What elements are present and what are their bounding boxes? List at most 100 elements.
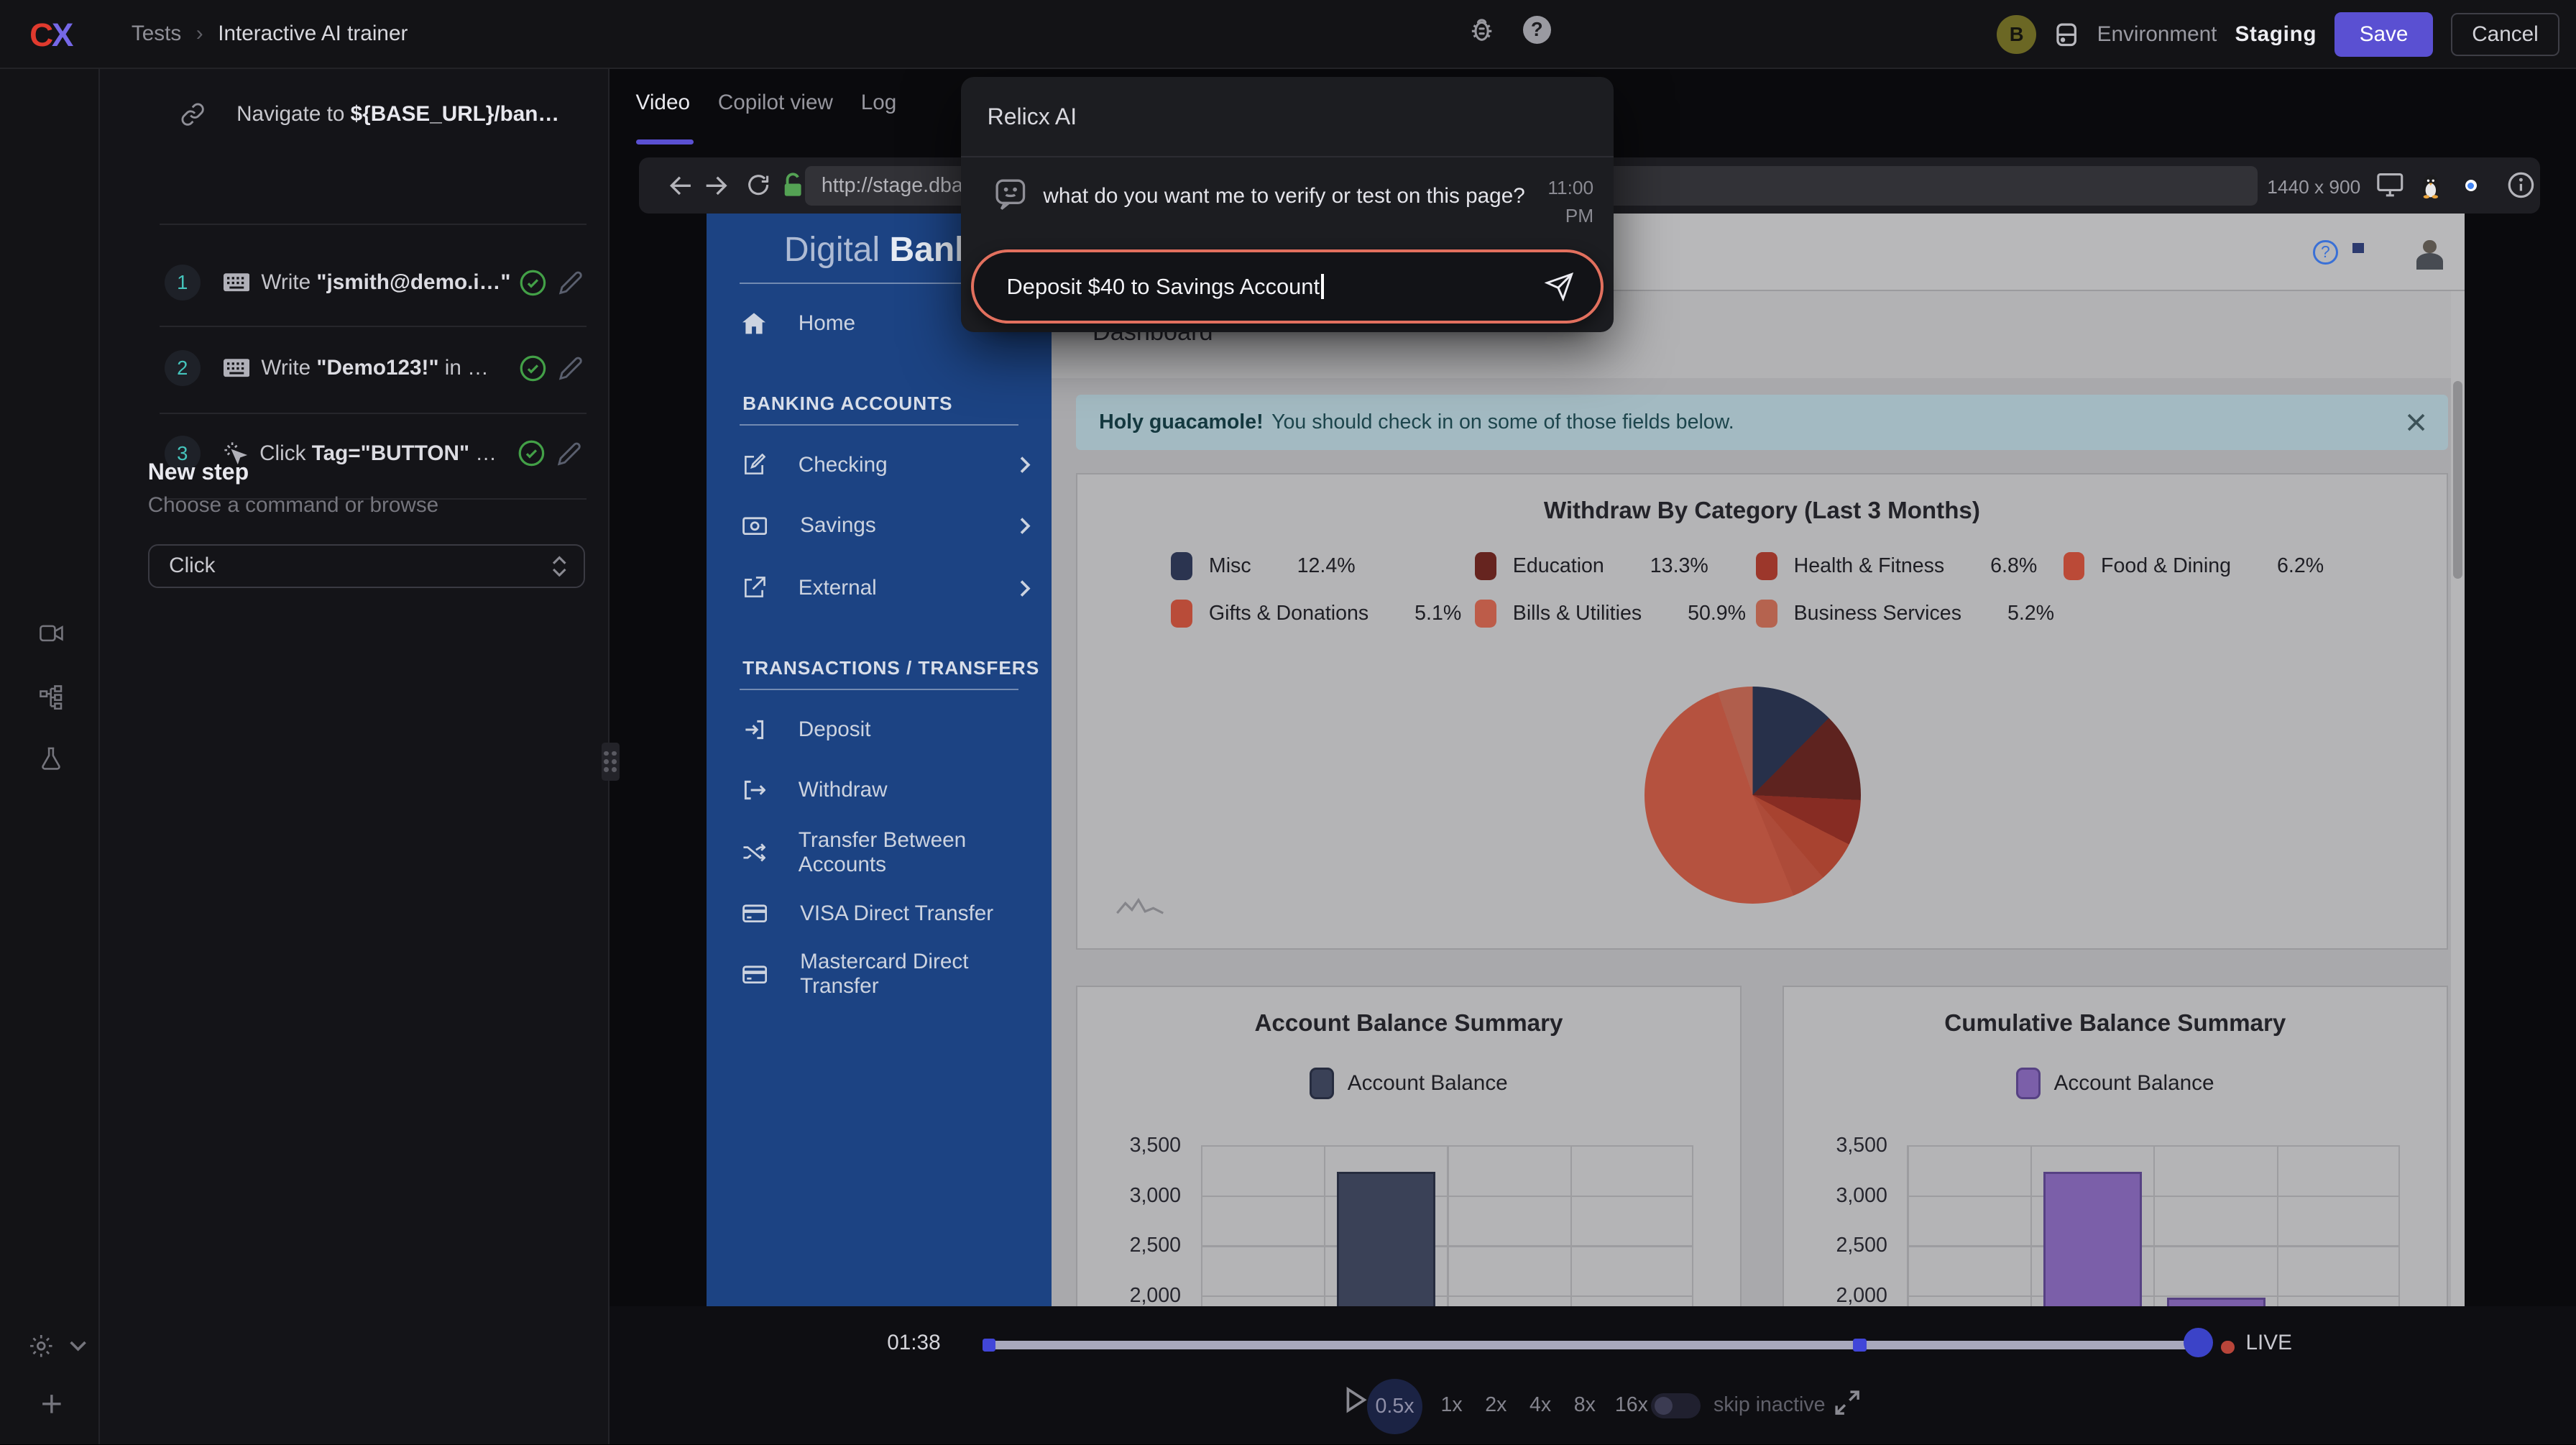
progress-marker[interactable] [983,1339,995,1352]
credit-card-icon [742,965,767,984]
tab-copilot-view[interactable]: Copilot view [718,91,833,115]
help-icon[interactable]: ? [1523,16,1551,44]
bank-nav-withdraw[interactable]: Withdraw [742,774,1031,807]
pie [1644,687,1862,904]
alert-close-icon[interactable] [2407,413,2425,431]
y-tick: 3,000 [1792,1184,1887,1208]
play-icon[interactable] [1346,1387,1367,1413]
chat-bubble-icon [994,178,1027,211]
check-circle-icon [518,439,546,467]
speed-1x[interactable]: 1x [1441,1393,1463,1417]
speed-0.5x[interactable]: 0.5x [1367,1379,1423,1435]
environment-label: Environment [2097,22,2217,47]
legend-item: Health & Fitness6.8% [1756,552,2037,580]
progress-marker[interactable] [1853,1339,1866,1352]
account-balance-card: Account Balance Summary Account Balance … [1076,986,1742,1306]
video-camera-icon[interactable] [40,623,64,644]
tab-log[interactable]: Log [861,91,897,115]
send-icon[interactable] [1545,272,1574,301]
legend-swatch [1475,600,1496,628]
bug-icon[interactable] [1467,15,1496,45]
alert-bold-text: Holy guacamole! [1099,410,1264,434]
app-scrollbar-thumb[interactable] [2453,381,2463,578]
sparkline-icon[interactable] [1116,895,1165,918]
topbar: CX Tests › Interactive AI trainer ? B En… [0,0,2576,69]
reload-icon[interactable] [746,173,770,197]
bank-nav-visa-transfer[interactable]: VISA Direct Transfer [742,897,1031,930]
linux-penguin-icon [2420,173,2442,199]
left-rail [0,69,100,1444]
keyboard-icon [224,358,250,377]
legend-item: Business Services5.2% [1756,600,2054,628]
app-scrollbar-track[interactable] [2451,291,2464,1307]
money-bill-icon [742,516,767,536]
info-icon[interactable] [2507,171,2535,199]
legend-value: 5.1% [1414,602,1461,625]
steps-panel: Navigate to ${BASE_URL}/ban… 1 Write "js… [100,69,610,1444]
progress-knob[interactable] [2184,1328,2213,1357]
monitor-icon[interactable] [2377,173,2404,197]
chevron-down-icon[interactable] [69,1341,87,1352]
environment-icon [2054,22,2079,48]
video-player-bar: 01:38 LIVE 0.5x 1x 2x 4x 8x 16x skip ina… [610,1306,2576,1444]
edit-square-icon [742,454,765,477]
chat-timestamp: 11:00 PM [1518,174,1593,230]
live-label: LIVE [2246,1331,2292,1355]
tab-video[interactable]: Video [636,91,690,115]
gear-icon[interactable] [28,1333,55,1359]
bank-nav-savings[interactable]: Savings [742,510,1031,543]
save-button[interactable]: Save [2334,12,2432,56]
video-viewport[interactable]: Digital Bank Home BANKING ACCOUNTS Check… [707,214,2465,1306]
chart-legend: Account Balance [1077,1068,1740,1098]
check-circle-icon [519,354,547,382]
chat-input[interactable]: Deposit $40 to Savings Account [971,249,1604,324]
skip-inactive-label: skip inactive [1714,1393,1826,1417]
fullscreen-icon[interactable] [1835,1390,1859,1415]
check-circle-icon [519,269,547,297]
speed-8x[interactable]: 8x [1574,1393,1596,1417]
live-dot [2221,1341,2234,1354]
bar-chart-title: Account Balance Summary [1077,1010,1740,1037]
skip-inactive-toggle[interactable] [1651,1393,1701,1418]
flask-icon[interactable] [40,746,63,771]
speed-2x[interactable]: 2x [1485,1393,1506,1417]
bank-nav-checking[interactable]: Checking [742,449,1031,482]
bank-nav-mastercard-transfer[interactable]: Mastercard Direct Transfer [742,958,1031,991]
progress-track[interactable] [983,1341,2198,1349]
speed-16x[interactable]: 16x [1615,1393,1648,1417]
chart-legend: Account Balance [1784,1068,2447,1098]
add-step-icon[interactable] [41,1393,63,1415]
playback-time: 01:38 [887,1331,940,1355]
step-row-2[interactable]: 2 Write "Demo123!" in … [165,332,584,405]
flow-tree-icon[interactable] [40,685,64,710]
breadcrumb-tests[interactable]: Tests [132,22,181,46]
legend-value: 6.8% [1990,554,2037,578]
command-select[interactable]: Click [148,544,585,589]
user-avatar[interactable]: B [1997,15,2036,55]
y-tick: 2,500 [1086,1234,1182,1257]
legend-label: Account Balance [1348,1071,1508,1096]
bank-nav-external[interactable]: External [742,572,1031,605]
edit-pencil-icon[interactable] [558,356,583,380]
environment-value[interactable]: Staging [2235,22,2317,47]
bank-nav-transfer[interactable]: Transfer Between Accounts [742,836,1031,869]
edit-pencil-icon[interactable] [557,441,581,466]
forward-icon[interactable] [705,173,732,199]
speed-4x[interactable]: 4x [1530,1393,1551,1417]
pie-chart-title: Withdraw By Category (Last 3 Months) [1077,497,2447,525]
back-icon[interactable] [666,173,692,199]
cx-logo[interactable]: CX [29,17,72,54]
bank-sidebar: Digital Bank Home BANKING ACCOUNTS Check… [707,214,1052,1306]
bank-section-accounts: BANKING ACCOUNTS [742,393,952,415]
edit-pencil-icon[interactable] [558,270,583,295]
credit-card-icon [742,904,767,923]
bank-nav-deposit[interactable]: Deposit [742,713,1031,746]
legend-label: Account Balance [2054,1071,2214,1096]
legend-item: Education13.3% [1475,552,1708,580]
step-navigate[interactable]: Navigate to ${BASE_URL}/ban… [180,102,559,127]
step-row-1[interactable]: 1 Write "jsmith@demo.i…" [165,247,584,319]
bank-help-icon[interactable]: ? [2313,240,2337,265]
panel-resize-handle[interactable] [602,743,620,781]
cancel-button[interactable]: Cancel [2451,13,2559,57]
legend-item: Gifts & Donations5.1% [1171,600,1461,628]
